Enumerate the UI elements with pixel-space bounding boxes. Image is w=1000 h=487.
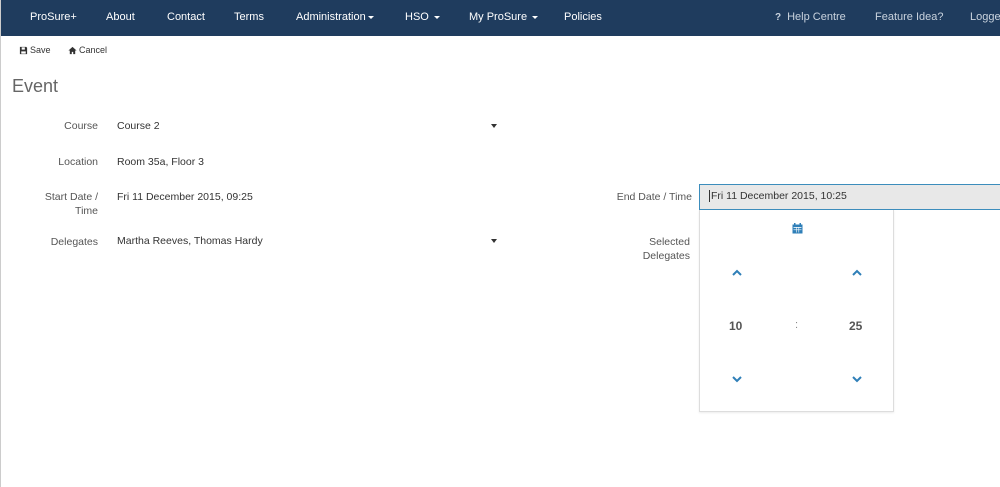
nav-help-centre[interactable]: ? Help Centre [775, 11, 846, 23]
location-label: Location [58, 156, 98, 168]
course-dropdown-caret-icon[interactable] [491, 124, 497, 128]
cancel-button[interactable]: Cancel [68, 45, 107, 55]
nav-prosure-plus[interactable]: ProSure+ [30, 11, 77, 23]
nav-logged[interactable]: Logged [970, 11, 1000, 23]
delegates-dropdown-caret-icon[interactable] [491, 239, 497, 243]
save-button[interactable]: Save [19, 45, 51, 55]
course-select[interactable]: Course 2 [117, 120, 160, 132]
floppy-disk-icon [19, 46, 28, 54]
home-icon [68, 46, 77, 54]
start-date-label-line2: Time [75, 205, 98, 217]
text-cursor [709, 190, 710, 203]
cancel-label: Cancel [79, 45, 108, 55]
delegates-select[interactable]: Martha Reeves, Thomas Hardy [117, 235, 263, 247]
selected-delegates-label-line1: Selected [649, 236, 690, 248]
selected-delegates-label-line2: Delegates [642, 250, 690, 262]
nav-contact[interactable]: Contact [167, 11, 205, 23]
caret-down-icon [532, 15, 539, 19]
calendar-icon[interactable] [792, 223, 803, 234]
end-date-label: End Date / Time [616, 191, 692, 203]
nav-hso[interactable]: HSO [405, 11, 440, 23]
end-date-value: Fri 11 December 2015, 10:25 [711, 190, 847, 202]
nav-about[interactable]: About [106, 11, 135, 23]
course-label: Course [64, 120, 98, 132]
location-value[interactable]: Room 35a, Floor 3 [117, 156, 204, 168]
save-label: Save [30, 45, 51, 55]
delegates-label: Delegates [50, 236, 98, 248]
hour-value[interactable]: 10 [729, 319, 742, 333]
decrement-minute-chevron-down-icon[interactable] [852, 375, 862, 383]
nav-my-prosure[interactable]: My ProSure [469, 11, 539, 23]
nav-feature-idea[interactable]: Feature Idea? [875, 11, 944, 23]
increment-hour-chevron-up-icon[interactable] [732, 269, 742, 277]
minute-value[interactable]: 25 [849, 319, 862, 333]
start-date-field[interactable]: Fri 11 December 2015, 09:25 [117, 191, 253, 203]
question-icon: ? [775, 12, 782, 23]
caret-down-icon [433, 15, 440, 19]
start-date-label-line1: Start Date / [44, 191, 98, 203]
nav-administration[interactable]: Administration [296, 11, 374, 23]
decrement-hour-chevron-down-icon[interactable] [732, 375, 742, 383]
top-navbar: ProSure+ About Contact Terms Administrat… [1, 0, 1000, 36]
end-date-input[interactable]: Fri 11 December 2015, 10:25 [699, 184, 1000, 210]
nav-terms[interactable]: Terms [234, 11, 264, 23]
selected-delegates-label: Selected Delegates [601, 235, 690, 263]
increment-minute-chevron-up-icon[interactable] [852, 269, 862, 277]
time-picker-popup: 10 : 25 [699, 210, 894, 412]
nav-policies[interactable]: Policies [564, 11, 602, 23]
page-title: Event [12, 76, 59, 96]
time-separator: : [795, 319, 799, 331]
caret-down-icon [367, 15, 374, 19]
start-date-label: Start Date / Time [21, 190, 98, 218]
